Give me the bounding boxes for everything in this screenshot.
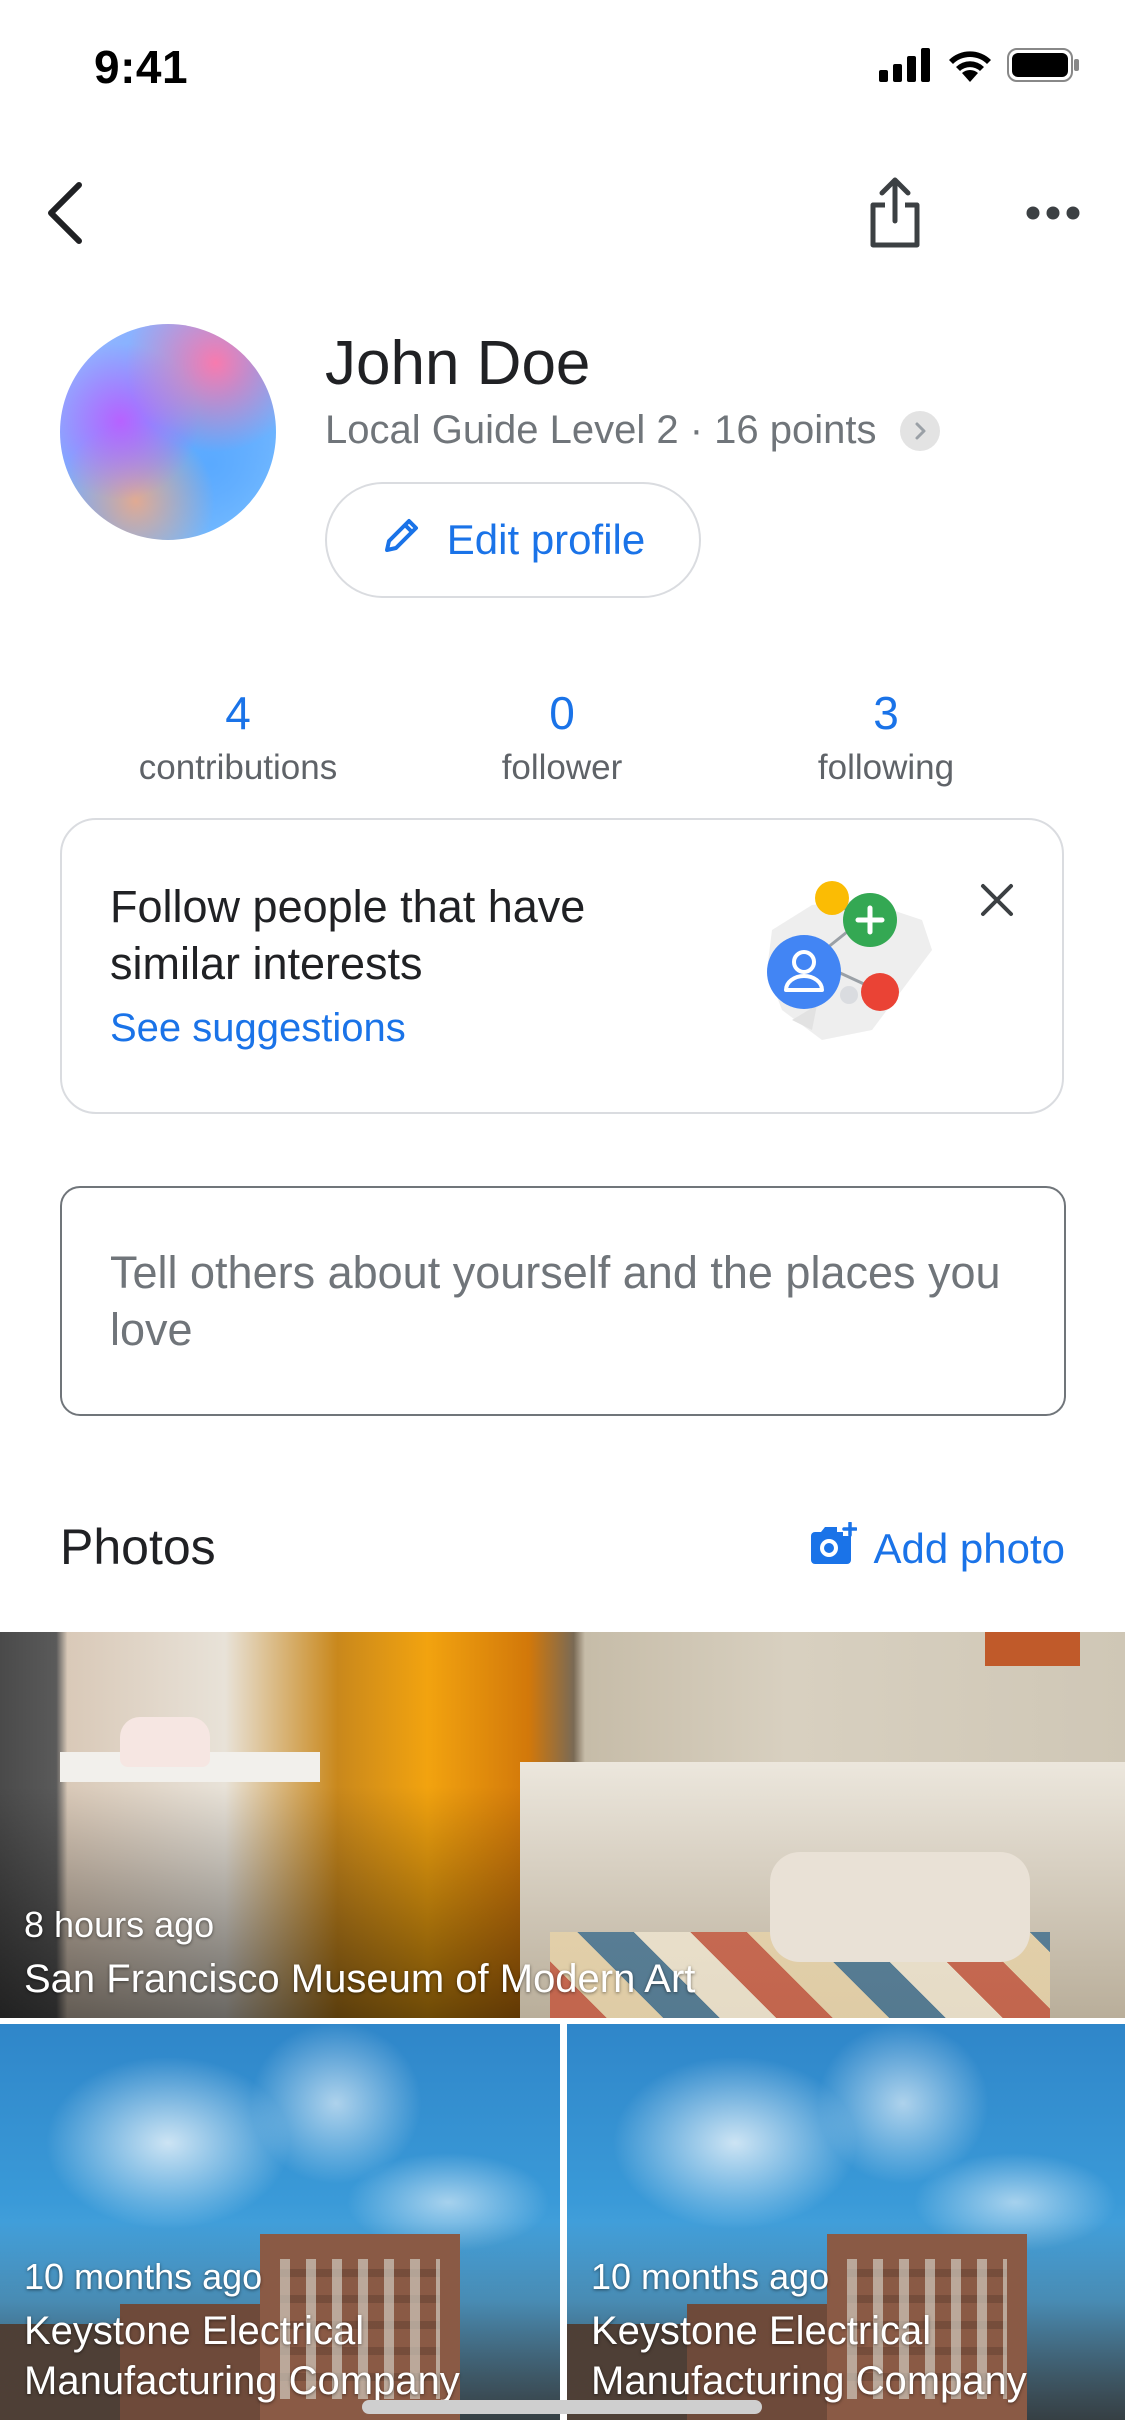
suggestion-text: Follow people that have similar interest… bbox=[110, 881, 586, 989]
local-guide-level[interactable]: Local Guide Level 2 · 16 points bbox=[325, 408, 941, 453]
stat-value: 4 bbox=[225, 687, 251, 739]
local-guide-level-text: Local Guide Level 2 · 16 points bbox=[325, 408, 877, 452]
status-bar: 9:41 bbox=[0, 0, 1125, 130]
stat-contributions[interactable]: 4 contributions bbox=[88, 686, 388, 788]
cellular-signal-icon bbox=[879, 48, 933, 87]
home-indicator[interactable] bbox=[362, 2400, 762, 2414]
share-button[interactable] bbox=[860, 175, 930, 255]
add-photo-label: Add photo bbox=[873, 1525, 1065, 1572]
profile-name: John Doe bbox=[325, 329, 591, 398]
chevron-left-icon bbox=[43, 181, 87, 250]
chevron-right-icon bbox=[900, 410, 941, 451]
photos-header: Photos Add photo bbox=[60, 1518, 1065, 1588]
photo-detail bbox=[985, 1632, 1080, 1666]
photo-time: 10 months ago bbox=[591, 2256, 830, 2297]
stat-label: following bbox=[817, 748, 955, 787]
stat-value: 3 bbox=[873, 687, 899, 739]
close-icon bbox=[979, 882, 1015, 923]
photo-card[interactable]: 10 months ago Keystone Electrical Manufa… bbox=[567, 2024, 1125, 2420]
add-photo-button[interactable]: Add photo bbox=[809, 1521, 1065, 1576]
photo-detail bbox=[120, 1717, 210, 1767]
more-button[interactable] bbox=[1015, 180, 1090, 250]
photo-card[interactable]: 10 months ago Keystone Electrical Manufa… bbox=[0, 2024, 560, 2420]
stat-label: contributions bbox=[138, 748, 338, 787]
photo-place: Keystone Electrical Manufacturing Compan… bbox=[591, 2309, 1027, 2403]
more-horizontal-icon bbox=[1025, 205, 1081, 226]
add-photo-icon bbox=[809, 1521, 859, 1576]
photo-caption: 8 hours ago San Francisco Museum of Mode… bbox=[24, 1904, 695, 2004]
photo-time: 8 hours ago bbox=[24, 1904, 215, 1945]
bio-placeholder: Tell others about yourself and the place… bbox=[110, 1247, 1001, 1355]
photo-card[interactable]: 8 hours ago San Francisco Museum of Mode… bbox=[0, 1632, 1125, 2018]
stat-followers[interactable]: 0 follower bbox=[412, 686, 712, 788]
see-suggestions-link[interactable]: See suggestions bbox=[110, 1006, 406, 1051]
stat-label: follower bbox=[501, 748, 623, 787]
bio-input[interactable]: Tell others about yourself and the place… bbox=[60, 1186, 1066, 1416]
status-time: 9:41 bbox=[94, 41, 189, 93]
edit-profile-label: Edit profile bbox=[446, 516, 646, 563]
status-icons bbox=[879, 48, 1081, 87]
photos-title: Photos bbox=[60, 1519, 216, 1575]
photo-time: 10 months ago bbox=[24, 2256, 263, 2297]
photo-detail bbox=[770, 1852, 1030, 1962]
photo-caption: 10 months ago Keystone Electrical Manufa… bbox=[24, 2256, 544, 2406]
people-network-illustration-icon bbox=[752, 870, 952, 1070]
pencil-icon bbox=[381, 514, 423, 566]
follow-suggestions-card: Follow people that have similar interest… bbox=[60, 818, 1064, 1114]
battery-icon bbox=[1007, 48, 1081, 87]
back-button[interactable] bbox=[30, 180, 100, 250]
photo-place: Keystone Electrical Manufacturing Compan… bbox=[24, 2309, 460, 2403]
edit-profile-button[interactable]: Edit profile bbox=[325, 482, 701, 598]
nav-bar bbox=[0, 160, 1125, 270]
stat-value: 0 bbox=[549, 687, 575, 739]
wifi-icon bbox=[947, 48, 993, 87]
profile-stats: 4 contributions 0 follower 3 following bbox=[0, 686, 1125, 796]
photo-caption: 10 months ago Keystone Electrical Manufa… bbox=[591, 2256, 1111, 2406]
stat-following[interactable]: 3 following bbox=[736, 686, 1036, 788]
share-icon bbox=[867, 177, 923, 254]
avatar[interactable] bbox=[60, 324, 276, 540]
close-suggestion-button[interactable] bbox=[967, 872, 1027, 932]
photo-place: San Francisco Museum of Modern Art bbox=[24, 1957, 696, 2001]
